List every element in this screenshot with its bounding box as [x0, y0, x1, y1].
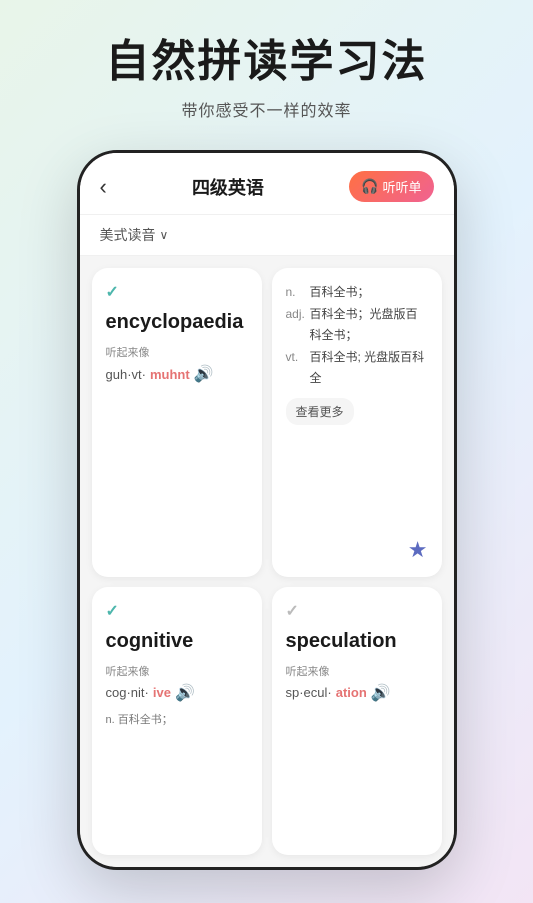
listen-button[interactable]: 🎧 听听单 [349, 171, 433, 202]
def-tag-adj: adj. [286, 304, 306, 347]
app-header: ‹ 四级英语 🎧 听听单 [80, 153, 454, 215]
def-text-adj: 百科全书；光盘版百科全书； [310, 304, 428, 347]
check-mark-cognitive: ✓ [106, 601, 248, 621]
phonetic-label-cognitive: 听起来像 [106, 663, 248, 679]
phonetic-stress-speculation: ation [336, 685, 367, 700]
def-tag-n: n. [286, 282, 306, 304]
sound-icon-1[interactable]: 🔊 [194, 364, 214, 384]
phonetic-text-cognitive: cog·nit· ive 🔊 [106, 683, 248, 703]
sound-icon-cognitive[interactable]: 🔊 [175, 683, 195, 703]
phonetic-text-speculation: sp·ecul· ation 🔊 [286, 683, 428, 703]
star-icon[interactable]: ★ [408, 537, 428, 563]
word-card-speculation: ✓ speculation 听起来像 sp·ecul· ation 🔊 [272, 587, 442, 856]
def-line-vt: vt. 百科全书; 光盘版百科全 [286, 347, 428, 390]
def-text-n: 百科全书； [310, 282, 370, 304]
phonetic-before-speculation: sp·ecul· [286, 685, 332, 700]
main-title: 自然拼读学习法 [20, 36, 513, 89]
back-button[interactable]: ‹ [100, 174, 107, 200]
word-speculation: speculation [286, 629, 428, 653]
word-card-definitions: n. 百科全书； adj. 百科全书；光盘版百科全书； vt. 百科全书; 光盘… [272, 268, 442, 577]
pronunciation-bar[interactable]: 美式读音 ∨ [80, 215, 454, 256]
word-card-encyclopaedia: ✓ encyclopaedia 听起来像 guh·vt· muhnt 🔊 [92, 268, 262, 577]
check-mark-speculation: ✓ [286, 601, 428, 621]
def-line-adj: adj. 百科全书；光盘版百科全书； [286, 304, 428, 347]
sub-title: 带你感受不一样的效率 [20, 97, 513, 121]
see-more-button[interactable]: 查看更多 [286, 398, 354, 425]
phonetic-before-cognitive: cog·nit· [106, 685, 149, 700]
header-section: 自然拼读学习法 带你感受不一样的效率 [0, 0, 533, 141]
phonetic-label-1: 听起来像 [106, 344, 248, 360]
def-text-vt: 百科全书; 光盘版百科全 [310, 347, 428, 390]
phonetic-text-1: guh·vt· muhnt 🔊 [106, 364, 248, 384]
phone-screen: ‹ 四级英语 🎧 听听单 美式读音 ∨ ✓ encyclopaedia 听起来像… [80, 153, 454, 867]
sound-icon-speculation[interactable]: 🔊 [371, 683, 391, 703]
phonetic-stress-cognitive: ive [153, 685, 171, 700]
cards-container: ✓ encyclopaedia 听起来像 guh·vt· muhnt 🔊 n. 百… [80, 256, 454, 867]
listen-label: 听听单 [382, 177, 421, 196]
bottom-def-cognitive: n. 百科全书； [106, 711, 248, 727]
word-cognitive: cognitive [106, 629, 248, 653]
phone-frame: ‹ 四级英语 🎧 听听单 美式读音 ∨ ✓ encyclopaedia 听起来像… [77, 150, 457, 870]
word-encyclopaedia: encyclopaedia [106, 310, 248, 334]
headphone-icon: 🎧 [361, 178, 378, 195]
page-title: 四级英语 [192, 174, 264, 200]
definition-area: n. 百科全书； adj. 百科全书；光盘版百科全书； vt. 百科全书; 光盘… [286, 282, 428, 390]
phonetic-label-speculation: 听起来像 [286, 663, 428, 679]
check-mark-encyclopaedia: ✓ [106, 282, 248, 302]
word-card-cognitive: ✓ cognitive 听起来像 cog·nit· ive 🔊 n. 百科全书； [92, 587, 262, 856]
phonetic-before-1: guh·vt· [106, 367, 146, 382]
def-line-n: n. 百科全书； [286, 282, 428, 304]
pronunciation-label: 美式读音 [100, 225, 156, 245]
def-tag-vt: vt. [286, 347, 306, 390]
phonetic-stress-1: muhnt [150, 367, 190, 382]
dropdown-arrow: ∨ [160, 228, 169, 242]
